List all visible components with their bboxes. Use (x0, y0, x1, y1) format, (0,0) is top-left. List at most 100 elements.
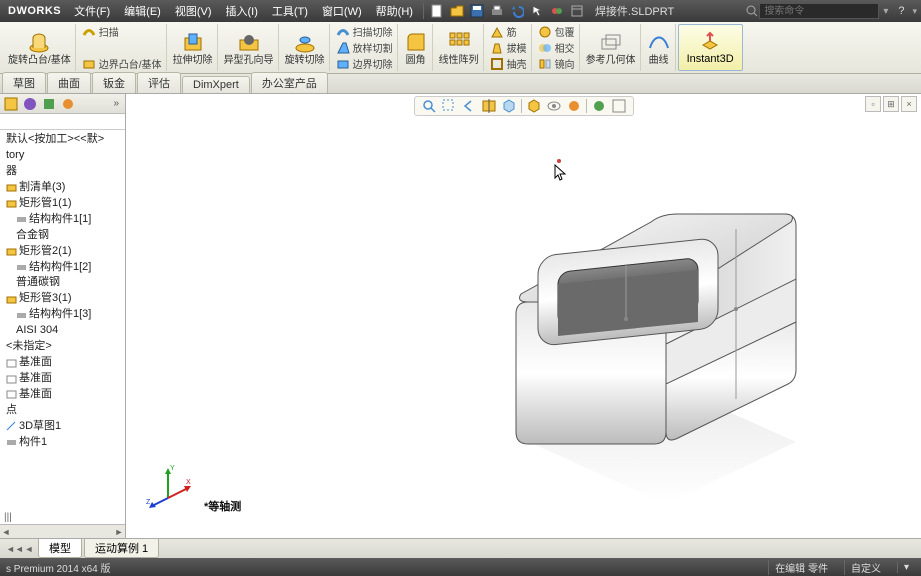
search-input[interactable] (759, 3, 879, 19)
tree-row[interactable]: 矩形管1(1) (4, 196, 125, 212)
help-button[interactable]: ? (892, 5, 910, 17)
rebuild-icon[interactable] (548, 2, 566, 20)
viewport-close-icon[interactable]: × (901, 96, 917, 112)
view-orient-icon[interactable] (501, 98, 517, 114)
tree-h-scrollbar[interactable]: ◄► (0, 524, 125, 538)
tree-row[interactable]: 点 (4, 403, 125, 419)
graphics-viewport[interactable]: ▫ ⊞ × (126, 94, 921, 538)
tree-tab-property-icon[interactable] (22, 96, 38, 112)
tree-tab-config-icon[interactable] (41, 96, 57, 112)
tree-filter[interactable] (0, 114, 125, 130)
tree-row[interactable]: 矩形管2(1) (4, 244, 125, 260)
menu-edit[interactable]: 编辑(E) (117, 3, 168, 19)
tree-row[interactable]: 结构构件1[3] (4, 307, 125, 323)
tab-nav-prev-icon[interactable]: ◄ (22, 544, 36, 554)
search-dropdown-icon[interactable]: ▾ (879, 6, 892, 17)
sweep-button[interactable]: 扫描 (82, 24, 119, 39)
status-version: s Premium 2014 x64 版 (6, 560, 111, 575)
bottom-tab-model[interactable]: 模型 (38, 539, 82, 558)
tree-row[interactable]: tory (4, 148, 125, 164)
member-icon (16, 262, 27, 273)
scene-icon[interactable] (591, 98, 607, 114)
shell-button[interactable]: 抽壳 (490, 56, 527, 71)
tab-dimxpert[interactable]: DimXpert (182, 76, 250, 93)
tab-nav-first-icon[interactable]: ◄◄ (6, 544, 20, 554)
tree-row[interactable]: 基准面 (4, 355, 125, 371)
bottom-tab-motion[interactable]: 运动算例 1 (84, 539, 159, 558)
tree-row[interactable]: 3D草图1 (4, 419, 125, 435)
instant3d-button[interactable]: Instant3D (678, 24, 743, 71)
section-view-icon[interactable] (481, 98, 497, 114)
swept-cut-button[interactable]: 扫描切除 (336, 24, 393, 39)
tree-row[interactable]: 构件1 (4, 435, 125, 451)
svg-text:Z: Z (146, 499, 151, 506)
tree-row[interactable]: AISI 304 (4, 323, 125, 339)
tree-row[interactable]: 割清单(3) (4, 180, 125, 196)
zoom-fit-icon[interactable] (421, 98, 437, 114)
prev-view-icon[interactable] (461, 98, 477, 114)
tree-row[interactable]: 器 (4, 164, 125, 180)
mirror-button[interactable]: 镜向 (538, 56, 575, 71)
open-icon[interactable] (448, 2, 466, 20)
app-logo: DWORKS (2, 5, 67, 17)
menu-insert[interactable]: 插入(I) (219, 3, 265, 19)
tab-sheetmetal[interactable]: 钣金 (92, 72, 136, 93)
boundary-boss-button[interactable]: 边界凸台/基体 (82, 56, 162, 71)
tree-expand-icon[interactable]: » (110, 98, 122, 109)
rib-button[interactable]: 筋 (490, 24, 517, 39)
menu-tools[interactable]: 工具(T) (265, 3, 315, 19)
ribbon-boss-base[interactable]: 旋转凸台/基体 (4, 24, 76, 71)
ribbon-revolve-cut[interactable]: 旋转切除 (281, 24, 330, 71)
zoom-area-icon[interactable] (441, 98, 457, 114)
loft-cut-button[interactable]: 放样切割 (336, 40, 393, 55)
tab-evaluate[interactable]: 评估 (137, 72, 181, 93)
options-icon[interactable] (568, 2, 586, 20)
tree-row[interactable]: <未指定> (4, 339, 125, 355)
tree-row[interactable]: 普通碳钢 (4, 275, 125, 291)
hide-show-icon[interactable] (546, 98, 562, 114)
ribbon-extrude-cut[interactable]: 拉伸切除 (169, 24, 218, 71)
tree-row[interactable]: 合金钢 (4, 228, 125, 244)
ribbon-curves[interactable]: 曲线 (643, 24, 676, 71)
ribbon-hole-wizard[interactable]: 异型孔向导 (220, 24, 279, 71)
edit-appearance-icon[interactable] (566, 98, 582, 114)
tree-row[interactable]: 默认<按加工><<默> (4, 132, 125, 148)
help-dropdown-icon[interactable]: ▾ (910, 6, 919, 17)
ribbon-fillet[interactable]: 圆角 (400, 24, 433, 71)
tree-row[interactable]: 结构构件1[1] (4, 212, 125, 228)
save-icon[interactable] (468, 2, 486, 20)
tree-row[interactable]: 基准面 (4, 371, 125, 387)
boundary-cut-button[interactable]: 边界切除 (336, 56, 393, 71)
folder-icon (6, 246, 17, 257)
draft-button[interactable]: 拔模 (490, 40, 527, 55)
wrap-button[interactable]: 包覆 (538, 24, 575, 39)
ribbon-linear-pattern[interactable]: 线性阵列 (435, 24, 484, 71)
intersect-button[interactable]: 相交 (538, 40, 575, 55)
tree-row[interactable]: 基准面 (4, 387, 125, 403)
tree-row[interactable]: 结构构件1[2] (4, 260, 125, 276)
model-3d[interactable] (466, 184, 826, 504)
tree-tab-display-icon[interactable] (60, 96, 76, 112)
status-custom[interactable]: 自定义 (844, 560, 887, 575)
viewport-split-icon[interactable]: ⊞ (883, 96, 899, 112)
new-icon[interactable] (428, 2, 446, 20)
undo-icon[interactable] (508, 2, 526, 20)
menu-view[interactable]: 视图(V) (168, 3, 219, 19)
select-icon[interactable] (528, 2, 546, 20)
menu-file[interactable]: 文件(F) (67, 3, 117, 19)
orientation-triad[interactable]: Y X Z (144, 460, 192, 508)
tree-tab-feature-icon[interactable] (3, 96, 19, 112)
tab-surface[interactable]: 曲面 (47, 72, 91, 93)
ribbon-ref-geometry[interactable]: 参考几何体 (582, 24, 641, 71)
menu-help[interactable]: 帮助(H) (369, 3, 420, 19)
print-icon[interactable] (488, 2, 506, 20)
display-style-icon[interactable] (526, 98, 542, 114)
menu-bar: DWORKS 文件(F) 编辑(E) 视图(V) 插入(I) 工具(T) 窗口(… (0, 0, 921, 22)
status-dropdown-icon[interactable]: ▾ (897, 562, 915, 573)
tab-office[interactable]: 办公室产品 (251, 72, 328, 93)
menu-window[interactable]: 窗口(W) (315, 3, 369, 19)
tab-sketch[interactable]: 草图 (2, 72, 46, 93)
tree-row[interactable]: 矩形管3(1) (4, 291, 125, 307)
viewport-single-icon[interactable]: ▫ (865, 96, 881, 112)
view-settings-icon[interactable] (611, 98, 627, 114)
